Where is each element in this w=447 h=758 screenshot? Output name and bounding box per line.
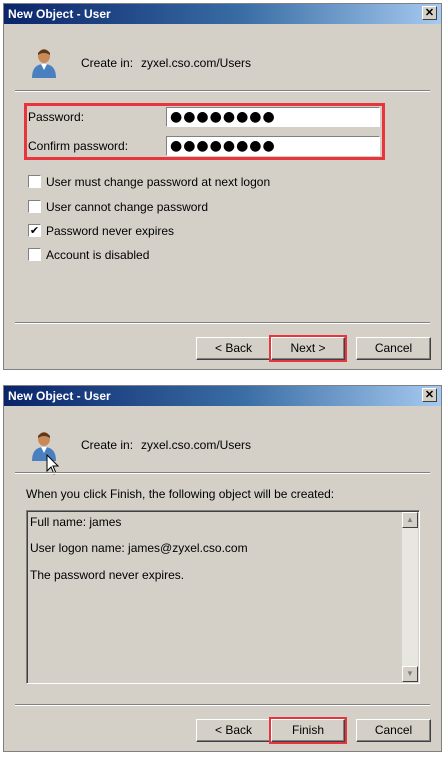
close-icon: ✕	[424, 389, 435, 401]
cancel-button[interactable]: Cancel	[356, 719, 431, 742]
summary-listbox[interactable]: Full name: james User logon name: james@…	[26, 510, 420, 684]
separator	[15, 90, 430, 92]
close-icon: ✕	[424, 7, 435, 19]
password-label: Password:	[28, 110, 85, 124]
create-in-label: Create in:	[81, 438, 134, 452]
summary-full-name: Full name: james	[30, 515, 122, 529]
finish-button[interactable]: Finish	[271, 719, 345, 742]
checkbox-box[interactable]	[28, 248, 41, 261]
create-in-label: Create in:	[81, 56, 134, 70]
separator	[15, 472, 430, 474]
checkbox-box[interactable]	[28, 200, 41, 213]
new-user-password-dialog: New Object - User ✕ Create in: zyxel.cso…	[3, 3, 442, 370]
checkbox-box[interactable]	[28, 175, 41, 188]
checkbox-label: User cannot change password	[46, 200, 209, 214]
checkmark-icon[interactable]: ✔	[28, 224, 41, 237]
close-button[interactable]: ✕	[422, 6, 437, 20]
vertical-scrollbar[interactable]: ▲ ▼	[402, 512, 418, 682]
summary-intro-text: When you click Finish, the following obj…	[26, 487, 335, 501]
create-in-value: zyxel.cso.com/Users	[141, 56, 252, 70]
checkbox-label: Account is disabled	[46, 248, 150, 262]
title-bar: New Object - User ✕	[4, 4, 441, 24]
next-button[interactable]: Next >	[271, 337, 345, 360]
title-bar: New Object - User ✕	[4, 386, 441, 406]
checkbox-label: Password never expires	[46, 224, 175, 238]
confirm-password-label: Confirm password:	[28, 139, 129, 153]
cancel-button[interactable]: Cancel	[356, 337, 431, 360]
confirm-password-input[interactable]: ●●●●●●●●	[166, 136, 380, 156]
separator	[15, 704, 430, 706]
password-input[interactable]: ●●●●●●●●	[166, 107, 380, 127]
checkbox-label: User must change password at next logon	[46, 175, 271, 189]
back-button[interactable]: < Back	[196, 719, 271, 742]
back-button[interactable]: < Back	[196, 337, 271, 360]
scroll-down-icon[interactable]: ▼	[402, 666, 418, 682]
dialog-title: New Object - User	[8, 389, 111, 403]
summary-password-note: The password never expires.	[30, 568, 185, 582]
user-icon	[32, 49, 56, 78]
scroll-up-icon[interactable]: ▲	[402, 512, 418, 528]
close-button[interactable]: ✕	[422, 388, 437, 402]
summary-logon-name: User logon name: james@zyxel.cso.com	[30, 541, 248, 555]
separator	[15, 322, 430, 324]
dialog-title: New Object - User	[8, 7, 111, 21]
create-in-value: zyxel.cso.com/Users	[141, 438, 252, 452]
new-user-summary-dialog: New Object - User ✕ Create in: zyxel.cso…	[3, 385, 442, 752]
